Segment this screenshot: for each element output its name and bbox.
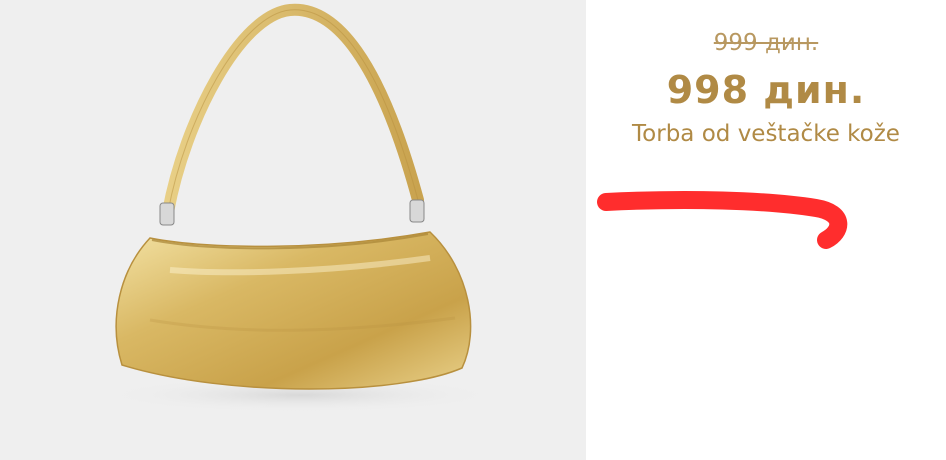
sale-price: 998 дин. — [666, 68, 866, 112]
gold-shoulder-bag-icon — [100, 3, 500, 413]
red-marker-stroke-icon — [597, 191, 848, 249]
product-title[interactable]: Torba od veštačke kože — [626, 120, 906, 148]
product-image[interactable] — [0, 0, 586, 460]
product-info: 999 дин. 998 дин. Torba od veštačke kože — [586, 0, 946, 460]
old-price: 999 дин. — [713, 30, 819, 56]
